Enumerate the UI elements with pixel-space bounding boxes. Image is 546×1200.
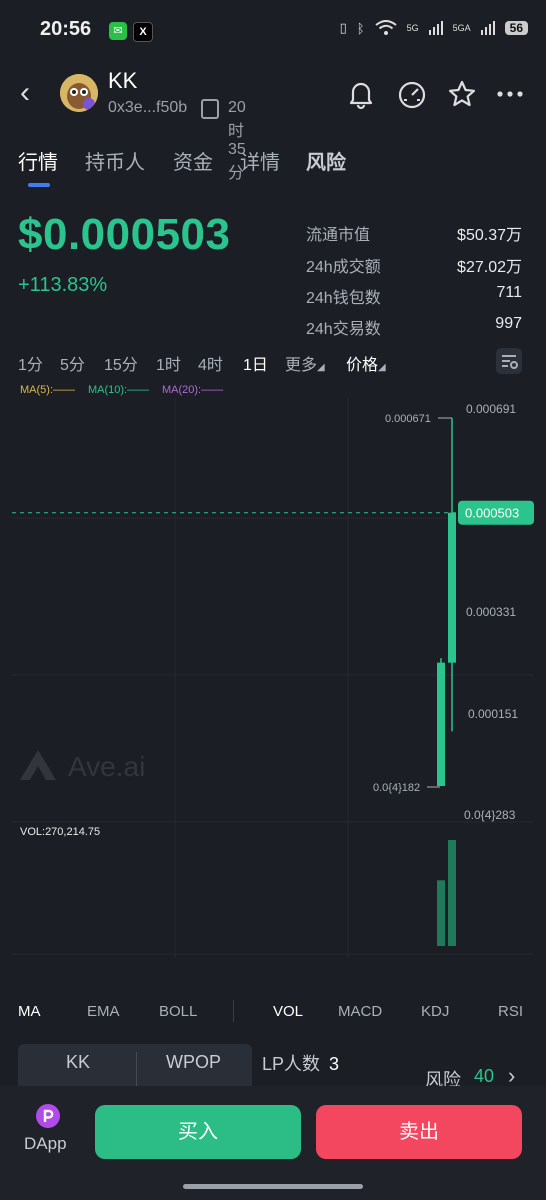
volume-bar: [437, 880, 445, 946]
token-address: 0x3e...f50b: [108, 99, 188, 116]
more-label: 更多: [285, 357, 318, 374]
interval-1m[interactable]: 1分: [18, 351, 43, 375]
indicator-macd[interactable]: MACD: [338, 1003, 382, 1020]
stat-value-volume: $27.02万: [457, 259, 522, 276]
token-name: KK: [108, 68, 138, 93]
indicator-ma[interactable]: MA: [18, 1003, 41, 1020]
pool-divider: [136, 1052, 137, 1086]
wifi-icon: [374, 20, 397, 35]
tab-underline: [28, 183, 50, 187]
lp-count: LP人数 3: [262, 1050, 339, 1076]
gauge-icon[interactable]: [396, 78, 428, 110]
y-tick-label: 0.0{4}283: [464, 808, 516, 822]
volume-label: VOL:270,214.75: [20, 826, 100, 838]
chart-settings-button[interactable]: [496, 348, 522, 374]
y-tick-label: 0.000691: [466, 402, 516, 416]
tab-market[interactable]: 行情: [18, 146, 58, 175]
dapp-icon[interactable]: [36, 1104, 60, 1128]
ma5-legend: MA(5):——: [20, 384, 75, 396]
interval-4h[interactable]: 4时: [198, 351, 223, 375]
indicator-kdj[interactable]: KDJ: [421, 1003, 449, 1020]
token-avatar: [60, 74, 98, 112]
pool-token-a: KK: [66, 1052, 91, 1072]
dropdown-icon: ◢: [378, 362, 386, 373]
current-price-tag-label: 0.000503: [465, 506, 519, 521]
dropdown-icon: ◢: [317, 362, 325, 373]
status-bar: 20:56 ✉ X ▯ ᛒ 5G 5GA 56: [0, 0, 546, 60]
net2-label: 5GA: [452, 23, 471, 33]
copy-icon[interactable]: [201, 99, 219, 119]
interval-1d[interactable]: 1日: [243, 351, 268, 375]
back-icon[interactable]: ‹: [20, 78, 30, 108]
price-change: +113.83%: [18, 274, 108, 296]
candle-body: [437, 662, 445, 786]
indicator-vol[interactable]: VOL: [273, 1003, 303, 1020]
lp-label: LP人数: [262, 1054, 321, 1074]
dapp-label[interactable]: DApp: [24, 1134, 67, 1154]
net1-label: 5G: [406, 23, 419, 33]
price-mode-dropdown[interactable]: 价格◢: [346, 351, 386, 375]
indicator-ema[interactable]: EMA: [87, 1003, 120, 1020]
sell-button[interactable]: 卖出: [316, 1105, 522, 1159]
x-app-icon: X: [133, 22, 153, 42]
tab-funds[interactable]: 资金: [173, 146, 213, 175]
indicator-boll[interactable]: BOLL: [159, 1003, 197, 1020]
star-icon[interactable]: [446, 78, 478, 110]
candles-layer: [12, 418, 456, 786]
tab-details[interactable]: 详情: [240, 146, 280, 175]
vibrate-icon: ▯: [339, 20, 347, 35]
more-icon[interactable]: [494, 78, 526, 110]
risk-score[interactable]: 40: [474, 1066, 494, 1087]
tab-risk[interactable]: 风险: [306, 146, 346, 175]
y-tick-label: 0.000151: [468, 707, 518, 721]
stat-label-trades: 24h交易数: [306, 321, 381, 338]
bluetooth-icon: ᛒ: [356, 20, 365, 36]
interval-5m[interactable]: 5分: [60, 351, 85, 375]
high-price-label: 0.000671: [385, 413, 431, 425]
price-chart[interactable]: Ave.ai 0.000691 0.000331 0.000151 0.0{4}283…: [0, 398, 546, 958]
stat-label-volume: 24h成交额: [306, 259, 381, 276]
settings-icon: [502, 355, 518, 369]
ave-watermark: Ave.ai: [20, 750, 145, 782]
wechat-icon: ✉: [109, 22, 127, 40]
volume-layer: [437, 840, 456, 946]
stat-value-wallets: 711: [496, 284, 522, 301]
interval-1h[interactable]: 1时: [156, 351, 181, 375]
status-time: 20:56: [40, 18, 92, 40]
indicator-rsi[interactable]: RSI: [498, 1003, 523, 1020]
status-icons: ▯ ᛒ 5G 5GA 56: [340, 20, 528, 36]
signal-icon: [480, 21, 495, 35]
svg-text:Ave.ai: Ave.ai: [68, 751, 145, 782]
ma10-legend: MA(10):——: [88, 384, 150, 396]
stat-value-mcap: $50.37万: [457, 227, 522, 244]
stat-value-trades: 997: [495, 315, 522, 332]
candle-body: [448, 512, 456, 663]
y-tick-label: 0.000331: [466, 605, 516, 619]
low-price-label: 0.0{4}182: [373, 782, 420, 794]
stat-label-mcap: 流通市值: [306, 227, 371, 244]
tab-holders[interactable]: 持币人: [85, 146, 145, 175]
current-price: $0.000503: [18, 210, 231, 259]
lp-value: 3: [329, 1054, 340, 1074]
bell-icon[interactable]: [345, 78, 377, 110]
battery-icon: 56: [504, 21, 528, 35]
buy-button[interactable]: 买入: [95, 1105, 301, 1159]
stat-label-wallets: 24h钱包数: [306, 290, 381, 307]
divider: [233, 1000, 234, 1022]
home-indicator: [183, 1184, 363, 1189]
pool-token-b: WPOP: [166, 1052, 222, 1072]
interval-15m[interactable]: 15分: [104, 351, 138, 375]
more-intervals-dropdown[interactable]: 更多◢: [285, 351, 325, 375]
price-label: 价格: [346, 357, 379, 374]
signal-icon: [428, 21, 443, 35]
ma20-legend: MA(20):——: [162, 384, 224, 396]
volume-bar: [448, 840, 456, 946]
